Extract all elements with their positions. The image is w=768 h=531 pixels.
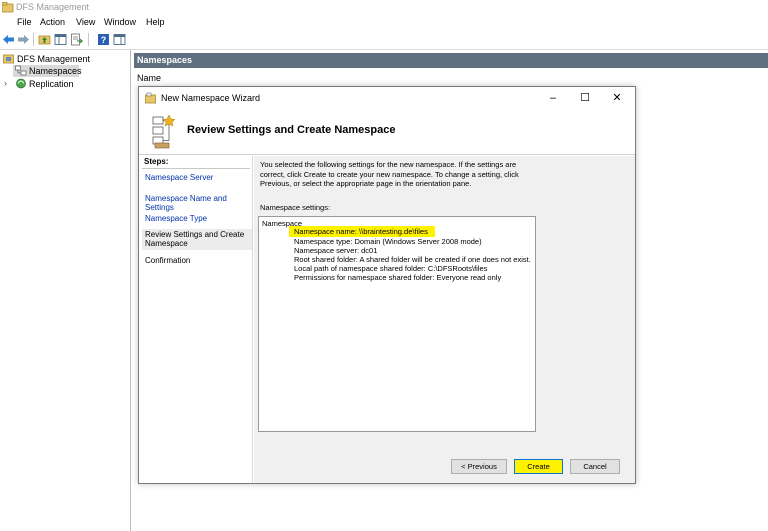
svg-text:?: ? [101, 35, 107, 45]
create-button[interactable]: Create [514, 459, 563, 474]
wizard-header: Review Settings and Create Namespace [139, 109, 635, 155]
description-text: You selected the following settings for … [260, 160, 535, 189]
description-line: You selected the following settings for … [260, 160, 517, 169]
minimize-icon[interactable]: – [543, 90, 563, 106]
console-tree: DFS Management Namespaces › Replication [0, 50, 131, 531]
step-confirmation: Confirmation [145, 256, 191, 265]
cancel-button[interactable]: Cancel [570, 459, 620, 474]
menu-window[interactable]: Window [104, 17, 136, 27]
step-namespace-type[interactable]: Namespace Type [145, 214, 253, 223]
tree-item-label: Namespaces [29, 66, 82, 76]
dfs-management-icon [3, 54, 14, 64]
steps-title: Steps: [144, 157, 169, 166]
setting-namespace-name: Namespace name: \\braintesting.de\files [294, 227, 428, 236]
menu-bar: File Action View Window Help [0, 16, 768, 30]
back-arrow-icon[interactable] [2, 33, 15, 46]
new-namespace-wizard-dialog: New Namespace Wizard – ☐ ✕ Review Settin… [138, 86, 636, 484]
window-title: DFS Management [16, 2, 90, 12]
show-hide-tree-icon[interactable] [54, 33, 67, 46]
dialog-title-bar: New Namespace Wizard – ☐ ✕ [139, 87, 635, 109]
help-icon[interactable]: ? [97, 33, 110, 46]
step-review-settings: Review Settings and Create Namespace [142, 229, 252, 250]
setting-namespace-type: Namespace type: Domain (Windows Server 2… [294, 237, 482, 246]
steps-pane: Steps: Namespace Server Namespace Name a… [139, 156, 253, 483]
menu-help[interactable]: Help [146, 17, 165, 27]
menu-view[interactable]: View [76, 17, 95, 27]
wizard-icon [145, 92, 156, 104]
step-namespace-name-settings[interactable]: Namespace Name and Settings [145, 194, 253, 212]
step-namespace-server[interactable]: Namespace Server [145, 173, 253, 182]
toolbar: ? [0, 30, 768, 50]
previous-button[interactable]: < Previous [451, 459, 507, 474]
setting-root-shared-folder: Root shared folder: A shared folder will… [294, 255, 531, 264]
dialog-title: New Namespace Wizard [161, 93, 261, 103]
title-bar: DFS Management [0, 0, 768, 16]
tree-item-replication[interactable]: › Replication [0, 78, 130, 90]
column-header-name[interactable]: Name [137, 73, 161, 83]
wizard-content: You selected the following settings for … [254, 156, 635, 483]
replication-icon [16, 78, 26, 89]
wizard-heading: Review Settings and Create Namespace [187, 124, 396, 136]
tree-item-dfs-management[interactable]: DFS Management [0, 53, 130, 65]
tree-root-label: DFS Management [17, 54, 91, 64]
tree-item-label: Replication [29, 79, 74, 89]
close-icon[interactable]: ✕ [607, 90, 627, 106]
namespace-wizard-header-icon [152, 114, 176, 149]
menu-action[interactable]: Action [40, 17, 65, 27]
menu-file[interactable]: File [17, 17, 32, 27]
up-folder-icon[interactable] [38, 33, 51, 46]
pane-header: Namespaces [134, 53, 768, 68]
forward-arrow-icon[interactable] [17, 33, 30, 46]
tree-item-namespaces[interactable]: Namespaces [13, 65, 82, 77]
settings-label: Namespace settings: [260, 203, 331, 212]
setting-local-path: Local path of namespace shared folder: C… [294, 264, 488, 273]
setting-namespace-server: Namespace server: dc01 [294, 246, 378, 255]
setting-permissions: Permissions for namespace shared folder:… [294, 273, 502, 282]
export-list-icon[interactable] [70, 33, 83, 46]
expand-chevron-icon[interactable]: › [4, 78, 7, 88]
dfs-app-icon [2, 2, 14, 13]
namespaces-icon [15, 65, 27, 76]
maximize-icon[interactable]: ☐ [575, 90, 595, 106]
show-action-pane-icon[interactable] [113, 33, 126, 46]
namespace-settings-textbox[interactable]: Namespace Namespace name: \\braintesting… [258, 216, 536, 432]
steps-divider [142, 168, 250, 169]
description-line: correct, click Create to create your new… [260, 169, 519, 179]
description-line: Previous, or select the appropriate page… [260, 179, 472, 188]
